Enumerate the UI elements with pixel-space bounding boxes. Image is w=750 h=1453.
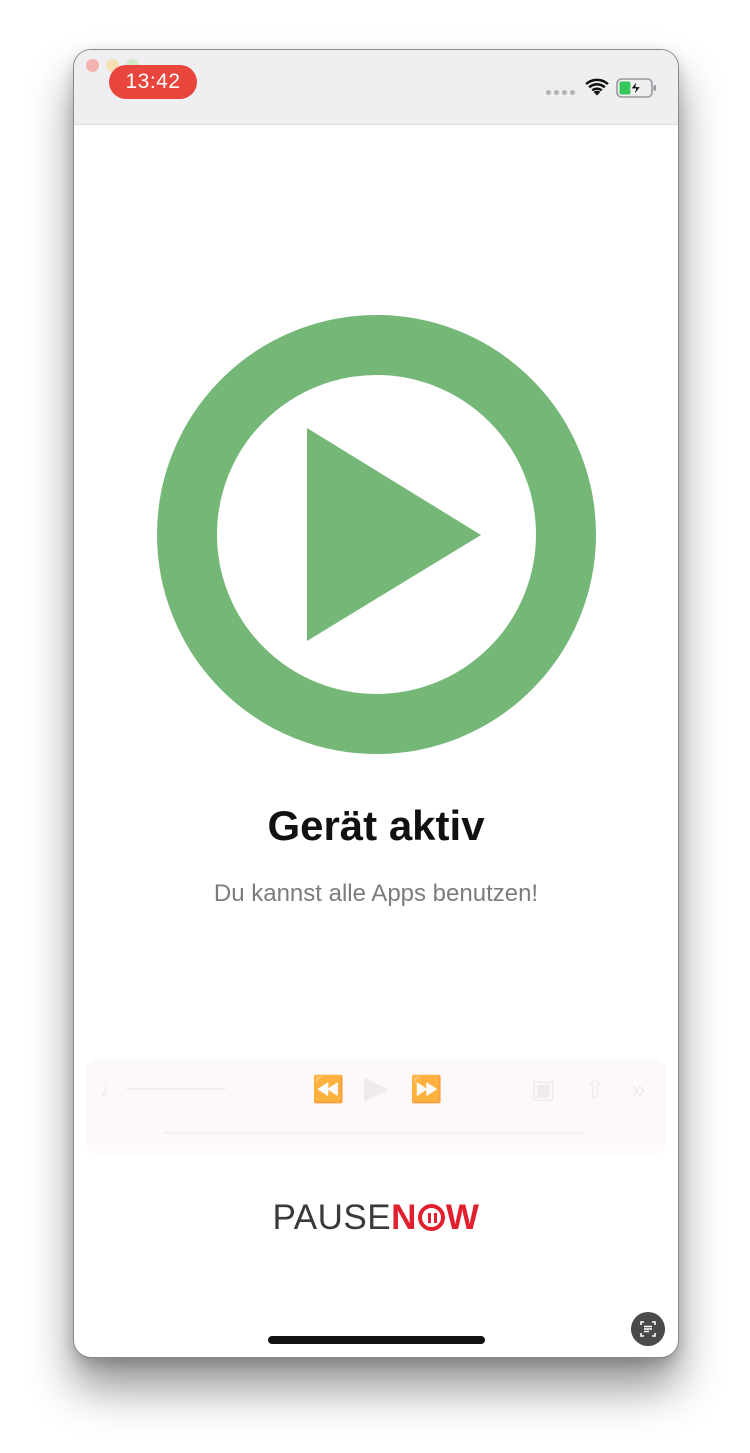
- status-bar: 13:42: [74, 50, 678, 125]
- brand-logo-w: W: [445, 1198, 480, 1237]
- volume-track: [126, 1088, 226, 1090]
- cellular-signal-icon: [546, 90, 575, 95]
- progress-track: [164, 1132, 584, 1134]
- share-icon: ⇧: [584, 1074, 606, 1104]
- text-scan-icon[interactable]: [631, 1312, 665, 1346]
- fast-forward-icon: ⏩: [410, 1074, 443, 1104]
- status-title: Gerät aktiv: [267, 802, 485, 849]
- rewind-icon: ⏪: [312, 1074, 345, 1104]
- play-circle-icon: [157, 315, 596, 754]
- play-icon: ▶: [364, 1069, 389, 1105]
- brand-logo: PAUSEN W: [74, 1198, 678, 1238]
- status-subtitle: Du kannst alle Apps benutzen!: [213, 880, 539, 907]
- status-time: 13:42: [109, 65, 197, 99]
- volume-icon: ♩: [100, 1076, 122, 1101]
- phone-screen: 13:42 Gerät aktiv Du kannst alle Apps be…: [73, 49, 679, 1358]
- skip-icon: »: [631, 1074, 646, 1104]
- battery-charging-icon: [616, 78, 656, 98]
- airplay-icon: ▣: [531, 1074, 556, 1104]
- wifi-icon: [585, 78, 609, 96]
- pause-circle-icon: [417, 1204, 445, 1231]
- brand-logo-n: N: [391, 1198, 417, 1237]
- faded-media-controls: ♩ ⏪ ▶ ⏩ ▣ ⇧ »: [86, 1060, 666, 1154]
- home-indicator[interactable]: [268, 1336, 485, 1344]
- window-close-dot[interactable]: [86, 59, 99, 72]
- brand-logo-pause: PAUSE: [272, 1198, 392, 1237]
